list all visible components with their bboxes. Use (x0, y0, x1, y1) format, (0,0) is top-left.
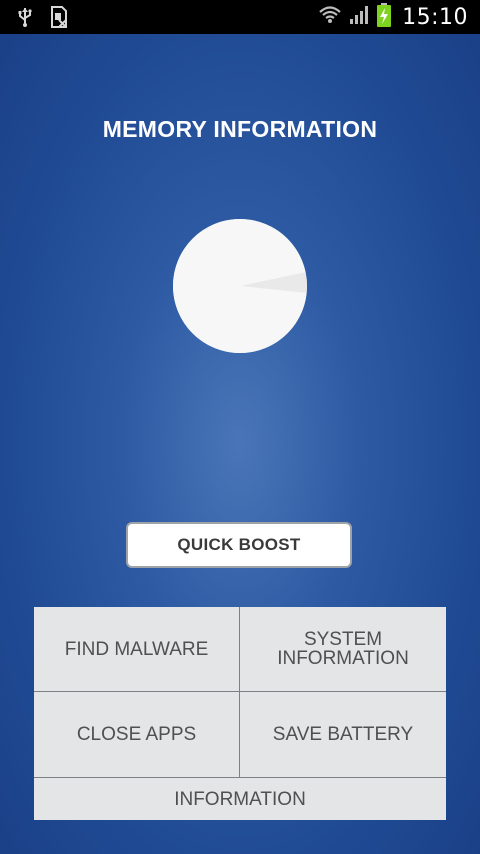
close-apps-label: CLOSE APPS (76, 724, 197, 745)
quick-boost-button[interactable]: QUICK BOOST (126, 522, 352, 568)
app-screen: 15:10 MEMORY INFORMATION QUICK BOOST FIN… (0, 0, 480, 854)
close-apps-button[interactable]: CLOSE APPS (34, 692, 240, 778)
battery-charging-icon (376, 2, 392, 33)
sim-icon (48, 6, 70, 28)
information-button[interactable]: INFORMATION (34, 778, 446, 820)
system-information-label-line1: SYSTEM (303, 629, 383, 650)
find-malware-button[interactable]: FIND MALWARE (34, 607, 240, 692)
save-battery-label: SAVE BATTERY (272, 724, 414, 745)
usb-icon (14, 6, 36, 28)
signal-icon (348, 4, 370, 31)
information-label: INFORMATION (174, 788, 306, 810)
memory-pie-chart (172, 218, 308, 354)
page-title: MEMORY INFORMATION (102, 116, 378, 142)
system-information-label-line2: INFORMATION (277, 648, 409, 669)
feature-grid: FIND MALWARE SYSTEM INFORMATION CLOSE AP… (34, 607, 446, 820)
status-time: 15:10 (402, 4, 468, 30)
status-bar: 15:10 (0, 0, 480, 34)
system-information-button[interactable]: SYSTEM INFORMATION (240, 607, 446, 692)
wifi-icon (318, 4, 342, 31)
status-icons-group: 15:10 (318, 0, 468, 34)
save-battery-button[interactable]: SAVE BATTERY (240, 692, 446, 778)
find-malware-label: FIND MALWARE (64, 638, 209, 660)
